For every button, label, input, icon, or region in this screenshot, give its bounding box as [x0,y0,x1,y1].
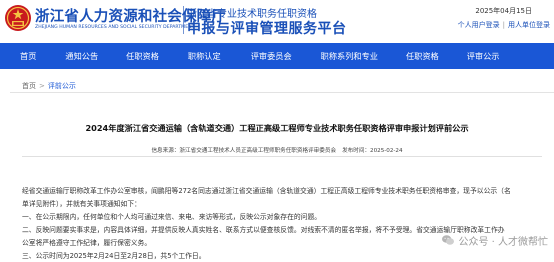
breadcrumb: 首页 > 评前公示 [22,81,76,91]
current-date: 2025年04月15日 [475,7,532,15]
employer-login-link[interactable]: 用人单位登录 [508,21,550,29]
watermark-text: 公众号 · 人才微帮忙 [458,236,548,248]
login-links: 个人用户登录 | 用人单位登录 [458,20,550,30]
nav-item-title-series[interactable]: 职称系列和专业 [321,43,378,69]
article-date: 发布时间：2025-02-24 [342,148,403,154]
watermark: 公众号 · 人才微帮忙 [441,233,548,248]
main-nav: 首页 通知公告 任职资格 职称认定 评审委员会 职称系列和专业 任职资格 评审公… [0,43,554,69]
article-paragraph: 三、公示时间为2025年2月24日至2月28日，共5个工作日。 [22,252,206,260]
header-divider [183,6,184,34]
breadcrumb-current[interactable]: 评前公示 [48,82,76,90]
nav-item-home[interactable]: 首页 [20,43,36,69]
nav-item-notices[interactable]: 通知公告 [65,43,98,69]
meta-divider [22,156,542,157]
nav-item-review-committee[interactable]: 评审委员会 [251,43,292,69]
article-paragraph: 经省交通运输厅职称改革工作办公室审核，阎鹏阳等272名同志通过浙江省交通运输（含… [22,187,511,195]
article-paragraph: 单详见附件），并就有关事项通知如下： [22,200,141,208]
site-header: 浙江省人力资源和社会保障厅 ZHEJIANG HUMAN RESOURCES A… [0,0,554,41]
article-source: 信息来源：浙江省交通工程技术人员正高级工程师职务任职资格评审委员会 [151,148,337,154]
content-divider [10,92,554,93]
article-meta: 信息来源：浙江省交通工程技术人员正高级工程师职务任职资格评审委员会 发布时间：20… [0,146,554,154]
article-title: 2024年度浙江省交通运输（含轨道交通）工程正高级工程师专业技术职务任职资格评审… [85,123,469,133]
login-separator: | [502,21,505,29]
wechat-icon [442,235,455,245]
breadcrumb-home[interactable]: 首页 [22,82,36,90]
article-paragraph: 公室将严格遵守工作纪律，履行保密义务。 [22,239,152,247]
nav-item-review-publicity[interactable]: 评审公示 [467,43,500,69]
platform-title: 申报与评审管理服务平台 [187,21,347,37]
nav-item-qualifications[interactable]: 任职资格 [126,43,159,69]
article-paragraph: 一、在公示期限内，任何单位和个人均可通过来信、来电、来访等形式，反映公示对象存在… [22,213,322,221]
nav-item-qualifications-2[interactable]: 任职资格 [406,43,439,69]
article-paragraph: 二、反映问题要实事求是，内容具体详细，并提供反映人真实姓名、联系方式以便查核反馈… [22,226,505,234]
breadcrumb-separator: > [39,82,45,90]
national-emblem-icon [5,5,31,31]
department-name-english: ZHEJIANG HUMAN RESOURCES AND SOCIAL SECU… [35,25,195,30]
personal-login-link[interactable]: 个人用户登录 [458,21,500,29]
nav-item-title-recognition[interactable]: 职称认定 [188,43,221,69]
